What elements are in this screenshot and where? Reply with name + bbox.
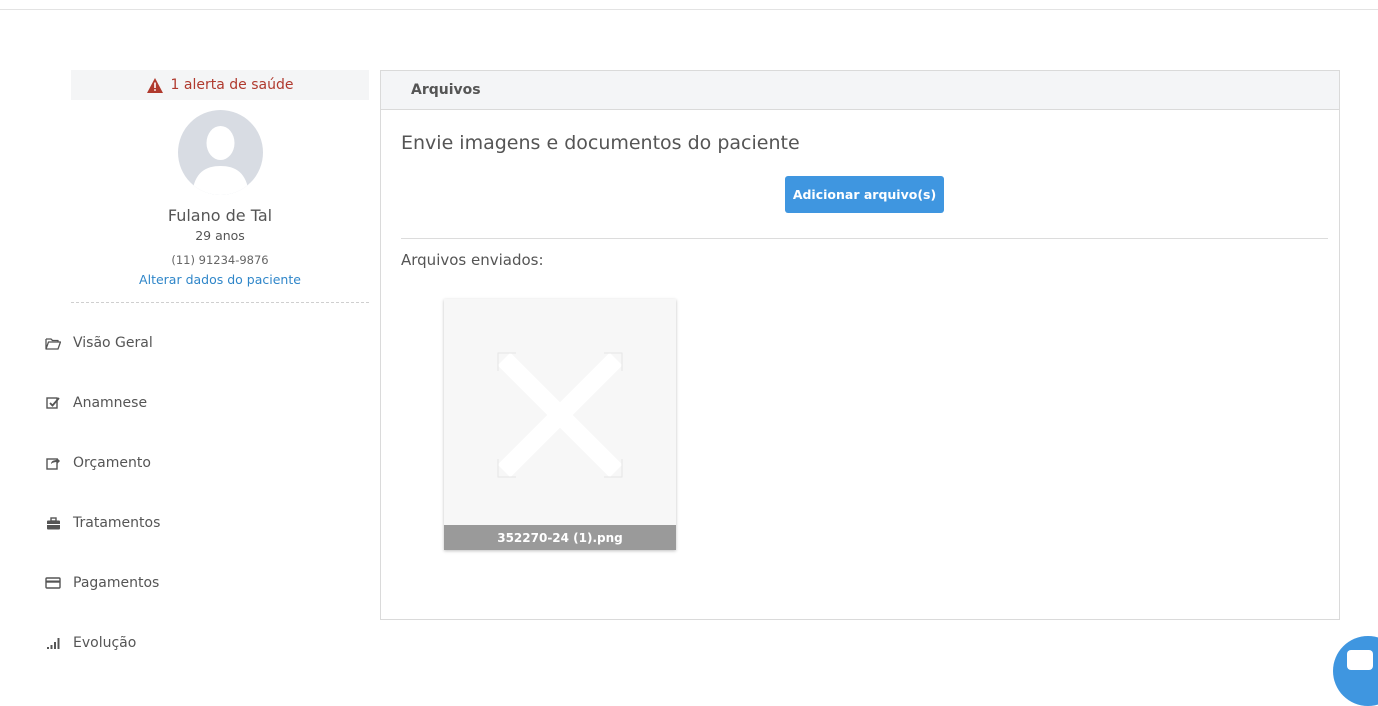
nav-item-evolucao[interactable]: Evolução [45,632,136,654]
nav-item-orcamento[interactable]: Orçamento [45,452,151,474]
upload-instructions: Envie imagens e documentos do paciente [401,132,800,154]
credit-card-icon [45,575,61,591]
nav-item-tratamentos[interactable]: Tratamentos [45,512,160,534]
person-silhouette-icon [192,126,249,195]
nav-label: Evolução [73,635,137,651]
nav-item-visao-geral[interactable]: Visão Geral [45,332,153,354]
briefcase-icon [45,515,61,531]
nav-label: Anamnese [73,395,148,411]
signal-icon [45,635,61,651]
sent-files-label: Arquivos enviados: [401,251,544,269]
files-panel: Arquivos Envie imagens e documentos do p… [380,70,1340,620]
edit-patient-link[interactable]: Alterar dados do paciente [71,272,369,287]
health-alert-bar[interactable]: 1 alerta de saúde [71,70,369,100]
file-thumbnail[interactable]: 352270-24 (1).png [444,299,676,550]
chat-icon [1347,650,1373,670]
section-divider [401,238,1328,239]
broken-image-icon [444,299,676,525]
patient-divider [71,302,369,303]
nav-item-anamnese[interactable]: Anamnese [45,392,147,414]
top-divider [0,9,1378,10]
avatar [178,110,263,195]
folder-open-icon [45,335,61,351]
nav-label: Tratamentos [73,515,161,531]
panel-header: Arquivos [381,71,1339,110]
nav-item-pagamentos[interactable]: Pagamentos [45,572,159,594]
warning-triangle-icon [146,77,163,93]
share-icon [45,455,61,471]
patient-age: 29 anos [195,228,245,243]
nav-label: Pagamentos [73,575,160,591]
panel-title: Arquivos [411,82,481,98]
nav-label: Orçamento [73,455,151,471]
checkbox-icon [45,395,61,411]
file-name: 352270-24 (1).png [444,525,676,550]
patient-name: Fulano de Tal [167,206,273,225]
nav-label: Visão Geral [73,335,153,351]
chat-widget-button[interactable] [1333,636,1378,706]
patient-phone: (11) 91234-9876 [171,253,269,267]
add-files-button[interactable]: Adicionar arquivo(s) [785,176,944,213]
health-alert-text: 1 alerta de saúde [170,77,294,93]
